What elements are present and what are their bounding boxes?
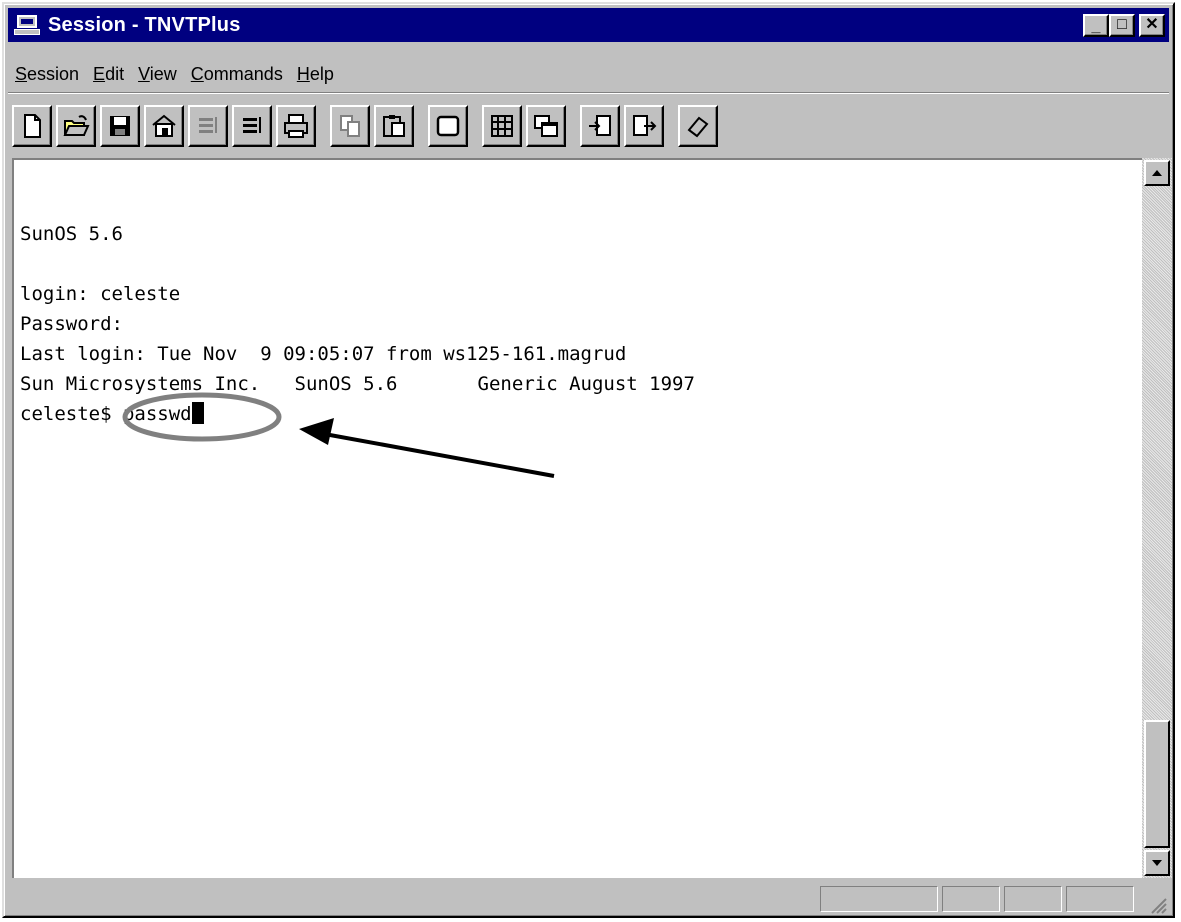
status-field bbox=[820, 886, 938, 912]
maximize-icon: □ bbox=[1117, 16, 1127, 33]
scroll-thumb[interactable] bbox=[1144, 720, 1170, 848]
title-bar[interactable]: Session - TNVTPlus _ □ ✕ bbox=[8, 8, 1169, 42]
import-icon bbox=[589, 115, 611, 136]
annotation-overlay bbox=[122, 392, 555, 478]
menu-bar: Session Edit View Commands Help bbox=[8, 58, 1169, 90]
menu-help[interactable]: Help bbox=[290, 64, 341, 85]
typed-command: passwd bbox=[122, 403, 192, 425]
text-cursor bbox=[191, 402, 204, 424]
import-button[interactable] bbox=[580, 105, 620, 147]
new-document-icon bbox=[24, 114, 41, 138]
menu-edit[interactable]: Edit bbox=[86, 64, 131, 85]
toolbar bbox=[12, 100, 812, 152]
screen-icon bbox=[436, 115, 460, 137]
print-button[interactable] bbox=[276, 105, 316, 147]
receive-button[interactable] bbox=[188, 105, 228, 147]
terminal-screen[interactable]: SunOS 5.6 login: celeste Password: Last … bbox=[12, 158, 1142, 878]
multi-window-icon bbox=[534, 115, 558, 137]
copy-button[interactable] bbox=[330, 105, 370, 147]
export-button[interactable] bbox=[624, 105, 664, 147]
grid-button[interactable] bbox=[482, 105, 522, 147]
open-folder-icon bbox=[63, 115, 90, 136]
scroll-down-button[interactable] bbox=[1144, 850, 1170, 876]
pointer-arrow-head bbox=[299, 418, 334, 445]
multi-window-button[interactable] bbox=[526, 105, 566, 147]
resize-grip-icon[interactable] bbox=[1147, 894, 1167, 914]
status-field bbox=[1066, 886, 1134, 912]
clear-button[interactable] bbox=[678, 105, 718, 147]
terminal-line: Last login: Tue Nov 9 09:05:07 from ws12… bbox=[20, 343, 627, 365]
properties-button[interactable] bbox=[144, 105, 184, 147]
toolbar-divider bbox=[8, 92, 1169, 94]
copy-icon bbox=[340, 115, 360, 137]
new-button[interactable] bbox=[12, 105, 52, 147]
terminal-line: Password: bbox=[20, 313, 123, 335]
terminal-line: login: celeste bbox=[20, 283, 181, 305]
minimize-icon: _ bbox=[1091, 18, 1101, 35]
properties-icon bbox=[152, 114, 176, 137]
terminal-app-icon[interactable] bbox=[14, 13, 42, 37]
paste-icon bbox=[383, 115, 405, 137]
app-window: Session - TNVTPlus _ □ ✕ Session Edit Vi… bbox=[2, 2, 1175, 918]
menu-view[interactable]: View bbox=[131, 64, 184, 85]
send-button[interactable] bbox=[232, 105, 272, 147]
status-field bbox=[1004, 886, 1062, 912]
export-icon bbox=[633, 115, 657, 136]
grid-icon bbox=[491, 115, 513, 137]
status-field bbox=[942, 886, 1000, 912]
save-button[interactable] bbox=[100, 105, 140, 147]
send-icon bbox=[243, 117, 261, 133]
screen-button[interactable] bbox=[428, 105, 468, 147]
minimize-button[interactable]: _ bbox=[1083, 13, 1109, 37]
menu-commands[interactable]: Commands bbox=[184, 64, 290, 85]
menu-session[interactable]: Session bbox=[8, 64, 86, 85]
save-disk-icon bbox=[110, 116, 130, 136]
shell-prompt: celeste$ bbox=[20, 403, 123, 425]
close-button[interactable]: ✕ bbox=[1139, 13, 1165, 37]
pointer-arrow-shaft bbox=[318, 431, 555, 478]
terminal-line: SunOS 5.6 bbox=[20, 223, 123, 245]
receive-icon bbox=[199, 117, 217, 133]
scroll-down-icon bbox=[1152, 860, 1162, 866]
eraser-icon bbox=[687, 116, 709, 138]
vertical-scrollbar[interactable] bbox=[1142, 158, 1172, 878]
scroll-up-icon bbox=[1152, 170, 1162, 176]
open-button[interactable] bbox=[56, 105, 96, 147]
window-title: Session - TNVTPlus bbox=[48, 13, 241, 36]
maximize-button[interactable]: □ bbox=[1109, 13, 1135, 37]
paste-button[interactable] bbox=[374, 105, 414, 147]
print-icon bbox=[284, 114, 308, 138]
terminal-line: Sun Microsystems Inc. SunOS 5.6 Generic … bbox=[20, 373, 695, 395]
status-bar bbox=[8, 882, 1169, 916]
command-line: celeste$ passwd bbox=[20, 402, 204, 426]
scroll-up-button[interactable] bbox=[1144, 160, 1170, 186]
close-icon: ✕ bbox=[1145, 16, 1159, 33]
